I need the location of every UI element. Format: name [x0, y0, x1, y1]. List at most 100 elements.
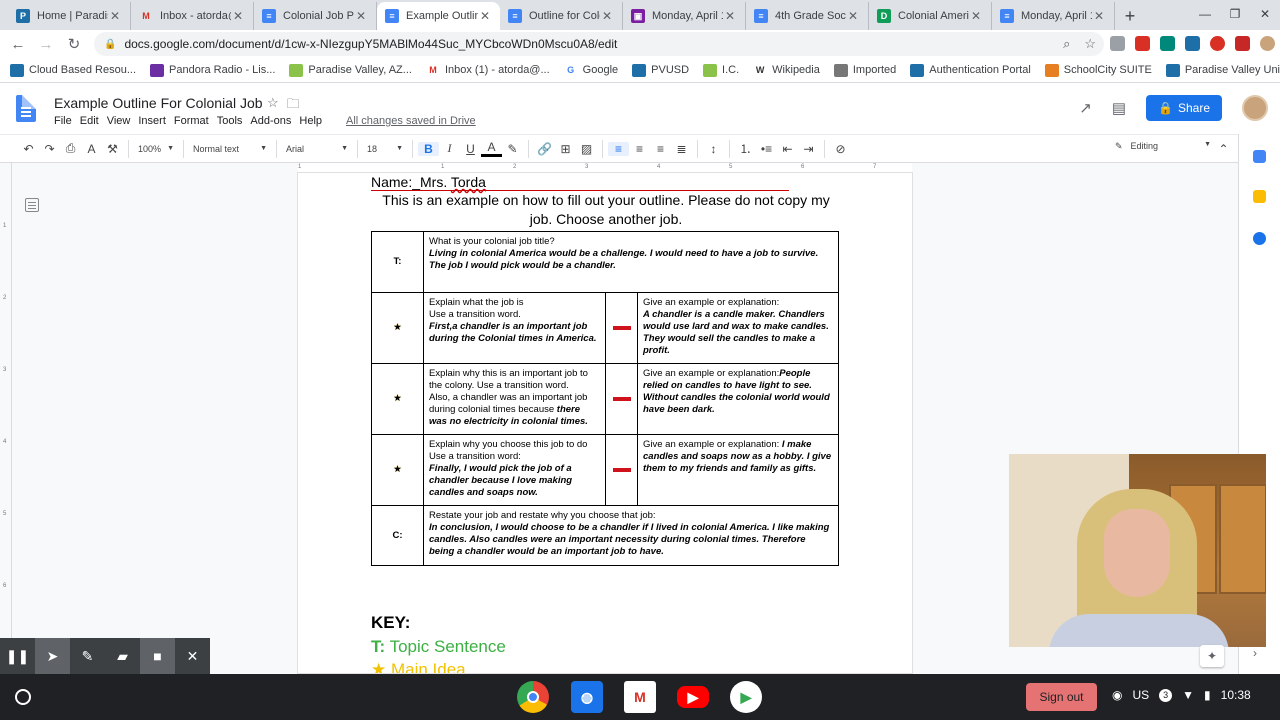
editing-mode-select[interactable]: ✎ Editing ▼: [1115, 141, 1211, 152]
close-window-icon[interactable]: ✕: [1250, 0, 1280, 30]
highlighter-icon[interactable]: ▰: [105, 638, 140, 674]
document-outline-icon[interactable]: [25, 198, 39, 212]
close-icon[interactable]: ✕: [108, 9, 122, 23]
font-select[interactable]: Arial ▼: [282, 144, 352, 154]
bold-icon[interactable]: B: [418, 141, 439, 156]
menu-file[interactable]: File: [54, 115, 77, 127]
tab-colonial-job-paper[interactable]: ≡Colonial Job Paper✕: [254, 2, 377, 30]
bookmark-pvusd[interactable]: PVUSD: [632, 63, 689, 77]
clear-formatting-icon[interactable]: ⊘: [830, 142, 851, 156]
align-center-icon[interactable]: ≡: [629, 142, 650, 156]
bookmark-auth-portal[interactable]: Authentication Portal: [910, 63, 1031, 77]
insert-image-icon[interactable]: ▨: [576, 142, 597, 156]
bookmark-wikipedia[interactable]: W Wikipedia: [753, 64, 820, 77]
close-icon[interactable]: ✕: [231, 9, 245, 23]
align-justify-icon[interactable]: ≣: [671, 142, 692, 156]
redo-icon[interactable]: ↷: [39, 142, 60, 156]
pause-icon[interactable]: ❚❚: [0, 638, 35, 674]
menu-tools[interactable]: Tools: [217, 115, 248, 127]
tab-home-paradise[interactable]: PHome | Paradise Valley✕: [8, 2, 131, 30]
align-left-icon[interactable]: ≡: [608, 141, 629, 156]
close-icon[interactable]: ✕: [723, 9, 737, 23]
menu-addons[interactable]: Add-ons: [250, 115, 296, 127]
bookmark-schoolcity[interactable]: SchoolCity SUITE: [1044, 63, 1152, 77]
bookmark-star-icon[interactable]: ☆: [1084, 36, 1096, 52]
close-icon[interactable]: ✕: [354, 9, 368, 23]
close-icon[interactable]: ✕: [175, 638, 210, 674]
menu-help[interactable]: Help: [299, 115, 327, 127]
undo-icon[interactable]: ↶: [18, 142, 39, 156]
paint-format-icon[interactable]: ⚒: [102, 142, 123, 156]
close-icon[interactable]: ✕: [478, 9, 492, 23]
reload-icon[interactable]: ↻: [60, 35, 88, 53]
address-bar[interactable]: 🔒 docs.google.com/document/d/1cw-x-NIezg…: [94, 32, 1104, 56]
align-right-icon[interactable]: ≡: [650, 142, 671, 156]
save-status[interactable]: All changes saved in Drive: [346, 115, 481, 127]
extension-icon[interactable]: [1185, 36, 1200, 51]
youtube-icon[interactable]: ▶: [677, 686, 709, 708]
launcher-icon[interactable]: [15, 689, 31, 705]
camera-icon[interactable]: ■: [140, 638, 175, 674]
font-size-select[interactable]: 18 ▼: [363, 144, 407, 154]
text-color-icon[interactable]: A: [481, 140, 502, 157]
line-spacing-icon[interactable]: ↕: [703, 142, 724, 156]
sign-out-button[interactable]: Sign out: [1026, 683, 1097, 711]
increase-indent-icon[interactable]: ⇥: [798, 142, 819, 156]
chrome-icon[interactable]: [517, 681, 549, 713]
spellcheck-icon[interactable]: A: [81, 142, 102, 156]
move-folder-icon[interactable]: 🗀: [287, 95, 300, 117]
style-select[interactable]: Normal text ▼: [189, 144, 271, 154]
profile-icon[interactable]: [1260, 36, 1275, 51]
status-tray[interactable]: ◉ US 3 ▼ ▮ 10:38: [1112, 688, 1251, 702]
add-comment-icon[interactable]: ⊞: [555, 142, 576, 156]
decrease-indent-icon[interactable]: ⇤: [777, 142, 798, 156]
document-title[interactable]: Example Outline For Colonial Job: [54, 95, 263, 111]
bookmark-pvusd-unif[interactable]: Paradise Valley Unif...: [1165, 63, 1280, 77]
chevron-right-icon[interactable]: ›: [1253, 646, 1257, 660]
restore-icon[interactable]: ❐: [1220, 0, 1250, 30]
print-icon[interactable]: ⎙: [60, 141, 81, 156]
tab-outline-colonial[interactable]: ≡Outline for Colonial Job✕: [500, 2, 623, 30]
close-icon[interactable]: ✕: [969, 9, 983, 23]
close-icon[interactable]: ✕: [600, 9, 614, 23]
italic-icon[interactable]: I: [439, 141, 460, 156]
forward-icon[interactable]: →: [32, 36, 60, 53]
activity-trend-icon[interactable]: ↗: [1079, 99, 1092, 117]
comments-icon[interactable]: ▤: [1112, 99, 1126, 117]
play-store-icon[interactable]: ▶: [730, 681, 762, 713]
webcam-overlay[interactable]: [1009, 454, 1266, 647]
pen-icon[interactable]: ✎: [70, 638, 105, 674]
gmail-icon[interactable]: M: [624, 681, 656, 713]
search-icon[interactable]: ⌕: [1063, 36, 1070, 52]
docs-logo-icon[interactable]: [16, 95, 36, 122]
extension-icon[interactable]: [1110, 36, 1125, 51]
extension-icon[interactable]: [1235, 36, 1250, 51]
share-button[interactable]: 🔒 Share: [1146, 95, 1222, 121]
calendar-icon[interactable]: [1253, 150, 1266, 163]
bookmark-ic[interactable]: I.C.: [703, 63, 739, 77]
link-icon[interactable]: 🔗: [534, 142, 555, 156]
close-icon[interactable]: ✕: [1092, 9, 1106, 23]
pointer-icon[interactable]: ➤: [35, 638, 70, 674]
underline-icon[interactable]: U: [460, 142, 481, 156]
explore-icon[interactable]: ✦: [1200, 645, 1224, 667]
close-icon[interactable]: ✕: [846, 9, 860, 23]
bookmark-pandora[interactable]: Pandora Radio - Lis...: [150, 63, 275, 77]
tab-colonial-america[interactable]: DColonial America✕: [869, 2, 992, 30]
zoom-select[interactable]: 100% ▼: [134, 144, 178, 154]
tab-monday-april-13[interactable]: ▣Monday, April 13✕: [623, 2, 746, 30]
menu-format[interactable]: Format: [174, 115, 214, 127]
numbered-list-icon[interactable]: ⒈: [735, 140, 756, 157]
minimize-icon[interactable]: —: [1190, 0, 1220, 30]
back-icon[interactable]: ←: [4, 36, 32, 53]
tab-social-studies[interactable]: ≡4th Grade Social Studies✕: [746, 2, 869, 30]
bulleted-list-icon[interactable]: •≡: [756, 142, 777, 156]
tasks-icon[interactable]: [1253, 232, 1266, 245]
bookmark-google[interactable]: G Google: [564, 64, 618, 77]
highlight-icon[interactable]: ✎: [502, 142, 523, 156]
avatar[interactable]: [1242, 95, 1268, 121]
extension-icon[interactable]: [1210, 36, 1225, 51]
extension-icon[interactable]: [1160, 36, 1175, 51]
menu-edit[interactable]: Edit: [80, 115, 104, 127]
menu-view[interactable]: View: [107, 115, 136, 127]
